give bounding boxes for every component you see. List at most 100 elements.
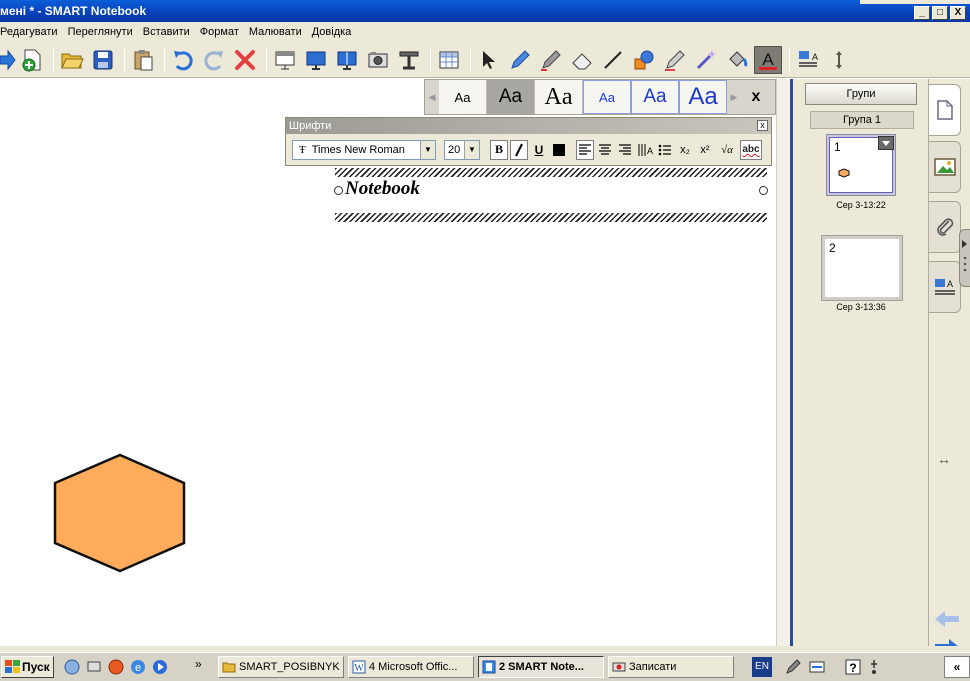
- move-toolbar-icon[interactable]: [825, 46, 853, 74]
- menu-help[interactable]: Довідка: [307, 22, 357, 42]
- table-icon[interactable]: [435, 46, 463, 74]
- page-thumbnail[interactable]: 2: [825, 239, 899, 297]
- screen-shade-icon[interactable]: [271, 46, 299, 74]
- tab-gallery[interactable]: [929, 141, 961, 193]
- internet-explorer-icon[interactable]: e: [130, 659, 146, 675]
- camera-icon[interactable]: [364, 46, 392, 74]
- swap-sides-icon[interactable]: ↔: [937, 451, 951, 467]
- media-player-icon[interactable]: [152, 659, 168, 675]
- resize-handle[interactable]: [759, 186, 768, 195]
- preset-large-blue[interactable]: Aa: [679, 80, 727, 114]
- italic-button[interactable]: [510, 139, 528, 160]
- page-thumbnail-frame[interactable]: 2: [821, 235, 903, 301]
- add-page-icon[interactable]: [18, 46, 46, 74]
- font-color-button[interactable]: [550, 140, 568, 160]
- math-symbols-button[interactable]: √α: [716, 140, 738, 160]
- network-icon[interactable]: [64, 659, 80, 675]
- presets-right-arrow-icon[interactable]: ▶: [727, 92, 741, 103]
- paint-bucket-icon[interactable]: [723, 46, 751, 74]
- panel-collapse-handle[interactable]: [959, 229, 970, 287]
- desktop-icon[interactable]: [86, 659, 102, 675]
- close-button[interactable]: X: [950, 6, 966, 20]
- browser-icon[interactable]: [108, 659, 124, 675]
- creative-pen-icon[interactable]: [537, 46, 565, 74]
- preset-small-sans[interactable]: Aa: [439, 80, 487, 114]
- quick-launch-chevron[interactable]: »: [195, 657, 202, 671]
- shapes-icon[interactable]: [630, 46, 658, 74]
- menu-edit[interactable]: Редагувати: [0, 22, 63, 42]
- minimize-button[interactable]: _: [914, 6, 930, 20]
- preset-medium-sans[interactable]: Aa: [487, 80, 535, 114]
- menu-format[interactable]: Формат: [195, 22, 244, 42]
- tray-settings-icon[interactable]: [868, 658, 880, 676]
- vertical-text-button[interactable]: A: [636, 140, 654, 160]
- align-center-button[interactable]: [596, 140, 614, 160]
- select-arrow-icon[interactable]: [475, 46, 503, 74]
- canvas-scrollbar[interactable]: [776, 79, 790, 646]
- text-color-icon[interactable]: A: [754, 45, 782, 74]
- menu-view[interactable]: Переглянути: [63, 22, 138, 42]
- text-object[interactable]: Notebook: [334, 168, 768, 222]
- bullets-button[interactable]: [656, 140, 674, 160]
- rotate-handle[interactable]: [334, 186, 343, 195]
- keyboard-tray-icon[interactable]: [808, 658, 826, 676]
- hexagon-shape[interactable]: [52, 453, 188, 575]
- font-size-select[interactable]: 20 ▼: [444, 139, 480, 160]
- superscript-button[interactable]: x²: [696, 140, 714, 160]
- menu-draw[interactable]: Малювати: [244, 22, 307, 42]
- pen-icon[interactable]: [506, 46, 534, 74]
- open-folder-icon[interactable]: [58, 46, 86, 74]
- subscript-button[interactable]: x₂: [676, 140, 694, 160]
- task-recorder[interactable]: Записати: [608, 656, 734, 678]
- maximize-button[interactable]: □: [932, 6, 948, 20]
- text-content[interactable]: Notebook: [345, 178, 420, 200]
- pen-tray-icon[interactable]: [784, 658, 802, 676]
- bold-button[interactable]: B: [490, 139, 508, 160]
- presets-close-button[interactable]: x: [741, 88, 771, 106]
- redo-icon[interactable]: [200, 46, 228, 74]
- spell-check-button[interactable]: abc: [740, 139, 762, 160]
- group-label[interactable]: Група 1: [810, 111, 914, 129]
- font-family-select[interactable]: Ŧ Times New Roman ▼: [292, 139, 436, 160]
- undo-icon[interactable]: [169, 46, 197, 74]
- magic-pen-icon[interactable]: [692, 46, 720, 74]
- preset-small-blue[interactable]: Aa: [583, 80, 631, 114]
- page-thumbnail-frame[interactable]: 1: [826, 134, 896, 196]
- tab-attachments[interactable]: [929, 201, 961, 253]
- properties-icon[interactable]: A: [794, 46, 822, 74]
- paste-icon[interactable]: [129, 46, 157, 74]
- align-right-button[interactable]: [616, 140, 634, 160]
- fill-pen-icon[interactable]: [661, 46, 689, 74]
- tab-properties[interactable]: A: [929, 261, 961, 313]
- forward-icon[interactable]: [0, 46, 16, 74]
- help-tray-icon[interactable]: ?: [844, 658, 862, 676]
- tab-page-sorter[interactable]: [929, 84, 961, 136]
- start-button[interactable]: Пуск: [1, 656, 54, 678]
- fonts-toolbar-header[interactable]: Шрифти x: [286, 118, 771, 134]
- table-stand-icon[interactable]: [395, 46, 423, 74]
- eraser-icon[interactable]: [568, 46, 596, 74]
- preset-medium-blue[interactable]: Aa: [631, 80, 679, 114]
- language-indicator[interactable]: EN: [752, 657, 772, 677]
- tray-expand-button[interactable]: «: [944, 656, 970, 678]
- task-smart-posibnyk[interactable]: SMART_POSIBNYK: [218, 656, 344, 678]
- fonts-toolbar-close-button[interactable]: x: [757, 120, 768, 131]
- task-microsoft-office[interactable]: W 4 Microsoft Offic...: [348, 656, 474, 678]
- preset-large-serif[interactable]: Aa: [535, 80, 583, 114]
- delete-icon[interactable]: [231, 46, 259, 74]
- save-icon[interactable]: [89, 46, 117, 74]
- line-icon[interactable]: [599, 46, 627, 74]
- recorder-icon: [612, 662, 626, 672]
- full-screen-icon[interactable]: [302, 46, 330, 74]
- groups-button[interactable]: Групи: [805, 83, 917, 105]
- previous-page-icon[interactable]: [933, 609, 961, 632]
- page-thumbnail[interactable]: 1: [829, 136, 894, 193]
- underline-button[interactable]: U: [530, 140, 548, 160]
- dual-page-icon[interactable]: [333, 46, 361, 74]
- align-left-button[interactable]: [576, 139, 594, 160]
- svg-text:A: A: [812, 52, 818, 62]
- page-menu-button[interactable]: [878, 136, 894, 150]
- menu-insert[interactable]: Вставити: [138, 22, 195, 42]
- task-smart-notebook[interactable]: 2 SMART Note...: [478, 656, 604, 678]
- presets-left-arrow-icon[interactable]: ◀: [425, 92, 439, 103]
